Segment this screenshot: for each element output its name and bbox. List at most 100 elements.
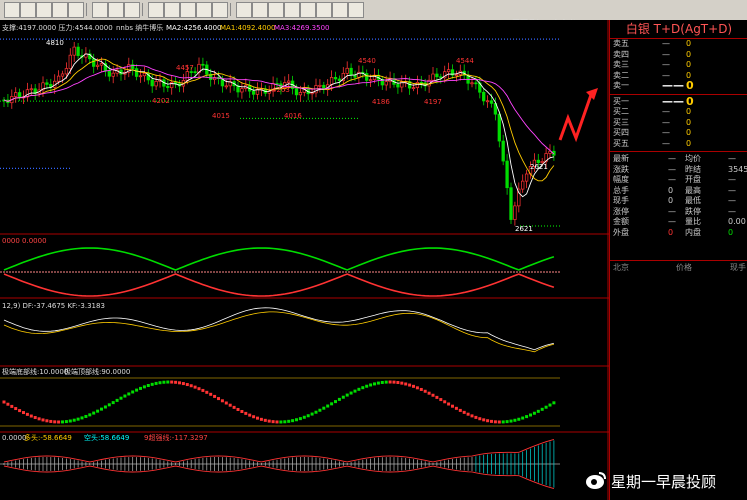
step-mark — [201, 388, 205, 392]
step-mark — [548, 403, 552, 407]
candle-body — [294, 88, 299, 96]
step-mark — [53, 420, 57, 424]
pointer-icon[interactable] — [4, 2, 20, 18]
step-mark — [240, 409, 244, 413]
step-mark — [170, 380, 174, 384]
candle-body — [72, 46, 76, 56]
stat-label: 现手 — [613, 196, 629, 205]
bid-book: 买一 —— 0 买二 —0 买三 —0 买四 —0 买五 —0 — [610, 96, 747, 150]
step-mark — [490, 419, 493, 423]
news-icon[interactable] — [268, 2, 284, 18]
panel-footer: 北京 价格 现手 — [610, 260, 747, 273]
line-icon[interactable] — [52, 2, 68, 18]
candle-body — [201, 63, 205, 66]
step-mark — [361, 386, 365, 390]
candle-body — [411, 87, 416, 90]
candle-body — [501, 140, 505, 162]
stat-value: 0.00 — [728, 217, 746, 226]
stat-value: 3545 — [728, 164, 747, 174]
step-mark — [283, 420, 287, 424]
bid-price: — — [662, 138, 670, 148]
candle-body — [154, 81, 158, 87]
footer-volume: 现手 — [730, 263, 746, 272]
step-mark — [466, 412, 470, 416]
candle-body — [482, 91, 486, 102]
cursor-icon[interactable] — [20, 2, 36, 18]
candle-body — [138, 75, 143, 78]
zoom-in-icon[interactable] — [92, 2, 108, 18]
grid-icon[interactable] — [196, 2, 212, 18]
step-mark — [142, 385, 146, 389]
osc2-legend-b: 多头:-58.6649 — [24, 433, 72, 442]
step-mark — [349, 391, 353, 395]
tools-icon[interactable] — [300, 2, 316, 18]
step-mark — [298, 417, 302, 421]
chart-type-icon[interactable] — [180, 2, 196, 18]
stat-value: — — [668, 164, 676, 174]
stat-label: 最低 — [685, 196, 701, 205]
stat-value: 0 — [668, 227, 674, 237]
stat-value: — — [668, 154, 676, 163]
stat-label: 涨停 — [613, 206, 629, 216]
stat-label: 均价 — [685, 154, 701, 163]
step-mark — [72, 418, 76, 422]
step-mark — [10, 404, 14, 408]
stat-row: 外盘 0 内盘 0 — [610, 228, 747, 239]
ask-volume: 0 — [686, 39, 692, 48]
watermark-text: 星期一早晨投顾 — [611, 473, 717, 491]
ask-price: — — [662, 49, 670, 59]
step-mark — [396, 381, 400, 385]
candle-body — [60, 73, 65, 77]
step-mark — [482, 418, 486, 422]
candle-body — [142, 72, 147, 77]
candle-body — [521, 180, 525, 190]
step-mark — [423, 389, 427, 393]
window-icon[interactable] — [316, 2, 332, 18]
candle-body — [14, 92, 18, 97]
step-mark — [369, 383, 373, 387]
settings-icon[interactable] — [212, 2, 228, 18]
alert-icon[interactable] — [284, 2, 300, 18]
stat-row: 幅度 — 开盘 — — [610, 175, 747, 186]
step-mark — [318, 408, 322, 412]
table-icon[interactable] — [252, 2, 268, 18]
flag-icon[interactable] — [68, 2, 84, 18]
refresh-icon[interactable] — [124, 2, 140, 18]
candle-body — [505, 160, 509, 189]
ask-volume: 0 — [686, 49, 692, 59]
candle-body — [415, 82, 420, 89]
step-mark — [25, 412, 29, 416]
candle-body — [454, 74, 459, 76]
ask-label: 卖二 — [613, 70, 629, 80]
step-mark — [37, 417, 41, 421]
zoom-out-icon[interactable] — [108, 2, 124, 18]
bid-label: 买三 — [613, 117, 629, 127]
separator — [86, 3, 87, 16]
candle-body — [349, 67, 353, 76]
bid-volume: 0 — [686, 128, 692, 137]
footer-price: 价格 — [676, 263, 692, 272]
indicator-icon[interactable] — [148, 2, 164, 18]
chart-icon[interactable] — [236, 2, 252, 18]
trough-label-1: 4202 — [152, 97, 170, 105]
osc1-legend: 0000 0.0000 — [2, 237, 47, 245]
step-mark — [357, 387, 361, 391]
step-mark — [127, 392, 131, 396]
candle-body — [435, 73, 439, 78]
stat-label: 内盘 — [685, 227, 701, 237]
step-mark — [478, 417, 482, 421]
trough-label-5: 4197 — [424, 98, 442, 106]
step-mark — [139, 386, 142, 390]
layout-icon[interactable] — [332, 2, 348, 18]
step-mark — [220, 399, 224, 403]
help-icon[interactable] — [348, 2, 364, 18]
step-mark — [154, 381, 158, 385]
step-mark — [486, 419, 490, 423]
candle-body — [318, 84, 322, 87]
indicator-label: nnbs 纳牛博乐 — [116, 23, 163, 32]
step-mark — [217, 397, 220, 401]
period-icon[interactable] — [164, 2, 180, 18]
price-chart[interactable]: 支撑:4197.0000 压力:4544.0000 nnbs 纳牛博乐 MA2:… — [0, 20, 609, 500]
draw-icon[interactable] — [36, 2, 52, 18]
bid-price: — — [662, 128, 670, 137]
